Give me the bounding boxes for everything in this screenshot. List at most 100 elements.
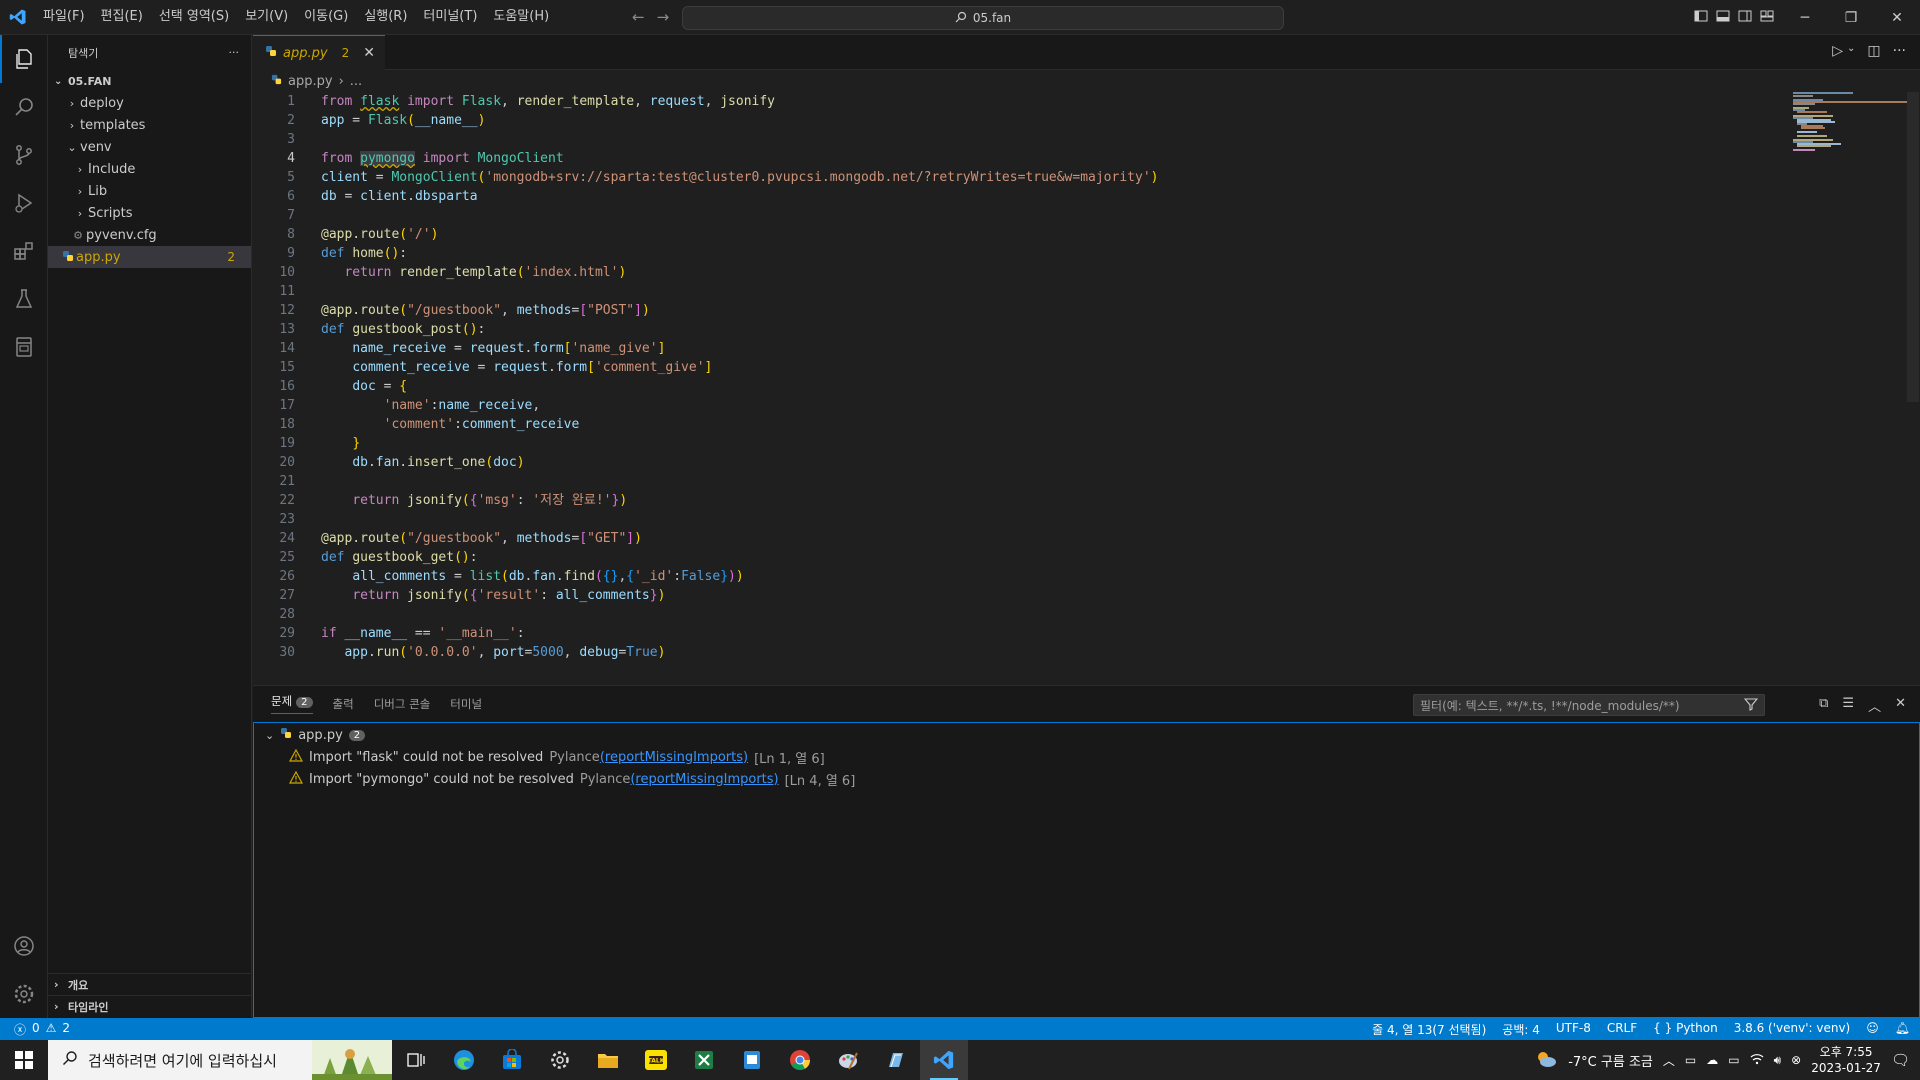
menu-selection[interactable]: 선택 영역(S) (151, 5, 237, 29)
volume-icon[interactable]: 🔊︎ (1774, 1053, 1782, 1068)
chrome-icon[interactable] (776, 1040, 824, 1080)
paint-app-icon[interactable] (824, 1040, 872, 1080)
extensions-icon[interactable] (0, 227, 48, 275)
command-center-search[interactable]: 05.fan (682, 6, 1284, 30)
onedrive-cloud-icon[interactable]: ☁ (1706, 1053, 1718, 1067)
problem-group[interactable]: ⌄ app.py 2 (265, 724, 366, 746)
indentation[interactable]: 공백: 4 (1502, 1021, 1540, 1038)
menu-go[interactable]: 이동(G) (296, 5, 356, 29)
taskbar-search-box[interactable]: 검색하려면 여기에 입력하십시 (48, 1040, 392, 1080)
filter-icon[interactable] (1743, 697, 1759, 714)
cursor-position[interactable]: 줄 4, 열 13(7 선택됨) (1372, 1021, 1486, 1038)
menu-file[interactable]: 파일(F) (35, 5, 93, 29)
toggle-panel-icon[interactable] (1716, 9, 1732, 25)
view-as-list-icon[interactable]: ☰ (1842, 696, 1854, 715)
edge-browser-icon[interactable] (440, 1040, 488, 1080)
tree-file-app-py[interactable]: app.py 2 (48, 246, 251, 268)
problems-filter-input[interactable]: 필터(예: 텍스트, **/*.ts, !**/node_modules/**) (1413, 694, 1765, 716)
tab-app-py[interactable]: app.py 2 ✕ (253, 35, 385, 70)
tab-output[interactable]: 출력 (333, 696, 354, 712)
timeline-section[interactable]: › 타임라인 (48, 995, 252, 1017)
meet-now-icon[interactable]: ▭ (1685, 1053, 1696, 1067)
problems-status[interactable]: ⓧ 0 ⚠ 2 (0, 1021, 70, 1038)
code-editor[interactable]: 1 from flask import Flask, render_templat… (253, 92, 1793, 682)
run-debug-icon[interactable] (0, 179, 48, 227)
chevron-up-icon[interactable]: ︿ (1663, 1052, 1675, 1069)
explorer-icon[interactable] (0, 35, 48, 83)
language-indicator-icon[interactable]: ⊗ (1791, 1053, 1801, 1067)
accounts-icon[interactable] (0, 922, 48, 970)
notification-center-icon[interactable]: 🗨︎ (1891, 1051, 1910, 1069)
weather-text[interactable]: -7°C 구름 조금 (1568, 1051, 1653, 1070)
tree-folder-venv[interactable]: ⌄ venv (48, 136, 251, 158)
more-actions-icon[interactable]: ··· (229, 46, 240, 59)
remote-explorer-icon[interactable] (0, 323, 48, 371)
notes-app-icon[interactable] (872, 1040, 920, 1080)
problem-code-link[interactable]: (reportMissingImports) (630, 772, 778, 787)
wifi-icon[interactable] (1750, 1053, 1764, 1068)
tree-file-pyvenv-cfg[interactable]: ⚙ pyvenv.cfg (48, 224, 251, 246)
excel-icon[interactable] (680, 1040, 728, 1080)
taskbar-clock[interactable]: 오후 7:55 2023-01-27 (1811, 1044, 1881, 1076)
split-editor-icon[interactable]: ◫ (1867, 43, 1880, 59)
file-explorer-icon[interactable] (584, 1040, 632, 1080)
tab-debug-console[interactable]: 디버그 콘솔 (374, 696, 431, 712)
toggle-secondary-sidebar-icon[interactable] (1738, 9, 1754, 25)
tree-folder-scripts[interactable]: › Scripts (48, 202, 251, 224)
tree-folder-include[interactable]: › Include (48, 158, 251, 180)
breadcrumb-file[interactable]: app.py (288, 74, 333, 89)
tree-folder-deploy[interactable]: › deploy (48, 92, 251, 114)
workspace-root-folder[interactable]: ⌄ 05.FAN (48, 70, 251, 92)
menu-help[interactable]: 도움말(H) (485, 5, 557, 29)
customize-layout-icon[interactable] (1760, 9, 1776, 25)
close-panel-icon[interactable]: ✕ (1895, 696, 1906, 715)
tree-folder-lib[interactable]: › Lib (48, 180, 251, 202)
chevron-down-icon[interactable]: ⌄ (1847, 43, 1855, 59)
notepad-app-icon[interactable] (728, 1040, 776, 1080)
weather-icon[interactable] (1534, 1050, 1558, 1071)
close-window-icon[interactable]: ✕ (1874, 0, 1920, 35)
notifications-bell-icon[interactable]: 🔔︎ (1895, 1021, 1910, 1038)
testing-icon[interactable] (0, 275, 48, 323)
restore-icon[interactable]: ❐ (1828, 0, 1874, 35)
editor-scrollbar[interactable] (1907, 92, 1919, 402)
settings-gear-icon[interactable] (536, 1040, 584, 1080)
settings-gear-icon[interactable] (0, 970, 48, 1018)
menu-edit[interactable]: 편집(E) (93, 5, 151, 29)
forward-arrow-icon[interactable]: → (657, 8, 670, 26)
tab-problems[interactable]: 문제 2 (271, 693, 313, 714)
toggle-primary-sidebar-icon[interactable] (1694, 9, 1710, 25)
collapse-all-icon[interactable]: ⧉ (1819, 696, 1828, 715)
close-icon[interactable]: ✕ (363, 45, 375, 61)
maximize-panel-icon[interactable]: ︿ (1868, 696, 1881, 715)
more-actions-icon[interactable]: ··· (1893, 43, 1906, 59)
tree-folder-templates[interactable]: › templates (48, 114, 251, 136)
python-interpreter[interactable]: 3.8.6 ('venv': venv) (1734, 1021, 1851, 1038)
source-control-icon[interactable] (0, 131, 48, 179)
vscode-app-icon[interactable] (920, 1040, 968, 1080)
feedback-icon[interactable]: ☺ (1866, 1021, 1879, 1038)
language-mode[interactable]: { } Python (1653, 1021, 1718, 1038)
problem-row[interactable]: Import "flask" could not be resolved Pyl… (288, 746, 825, 768)
menu-run[interactable]: 실행(R) (356, 5, 415, 29)
problem-code-link[interactable]: (reportMissingImports) (600, 750, 748, 765)
microsoft-store-icon[interactable] (488, 1040, 536, 1080)
problem-row[interactable]: Import "pymongo" could not be resolved P… (288, 768, 855, 790)
menu-terminal[interactable]: 터미널(T) (415, 5, 485, 29)
encoding[interactable]: UTF-8 (1556, 1021, 1591, 1038)
windows-start-icon[interactable] (0, 1040, 48, 1080)
back-arrow-icon[interactable]: ← (632, 8, 645, 26)
task-view-icon[interactable] (392, 1040, 440, 1080)
breadcrumb-symbols[interactable]: ... (350, 74, 362, 89)
minimap[interactable] (1793, 92, 1908, 152)
tab-terminal[interactable]: 터미널 (450, 696, 482, 712)
menu-view[interactable]: 보기(V) (237, 5, 296, 29)
kakaotalk-icon[interactable]: TALK (632, 1040, 680, 1080)
end-of-line[interactable]: CRLF (1607, 1021, 1637, 1038)
code-line: 9 def home(): (287, 246, 408, 261)
search-icon[interactable] (0, 83, 48, 131)
minimize-icon[interactable]: ─ (1782, 0, 1828, 35)
outline-section[interactable]: › 개요 (48, 973, 252, 995)
battery-icon[interactable]: ▭ (1728, 1053, 1739, 1067)
run-python-file-icon[interactable]: ▷ (1832, 43, 1843, 59)
